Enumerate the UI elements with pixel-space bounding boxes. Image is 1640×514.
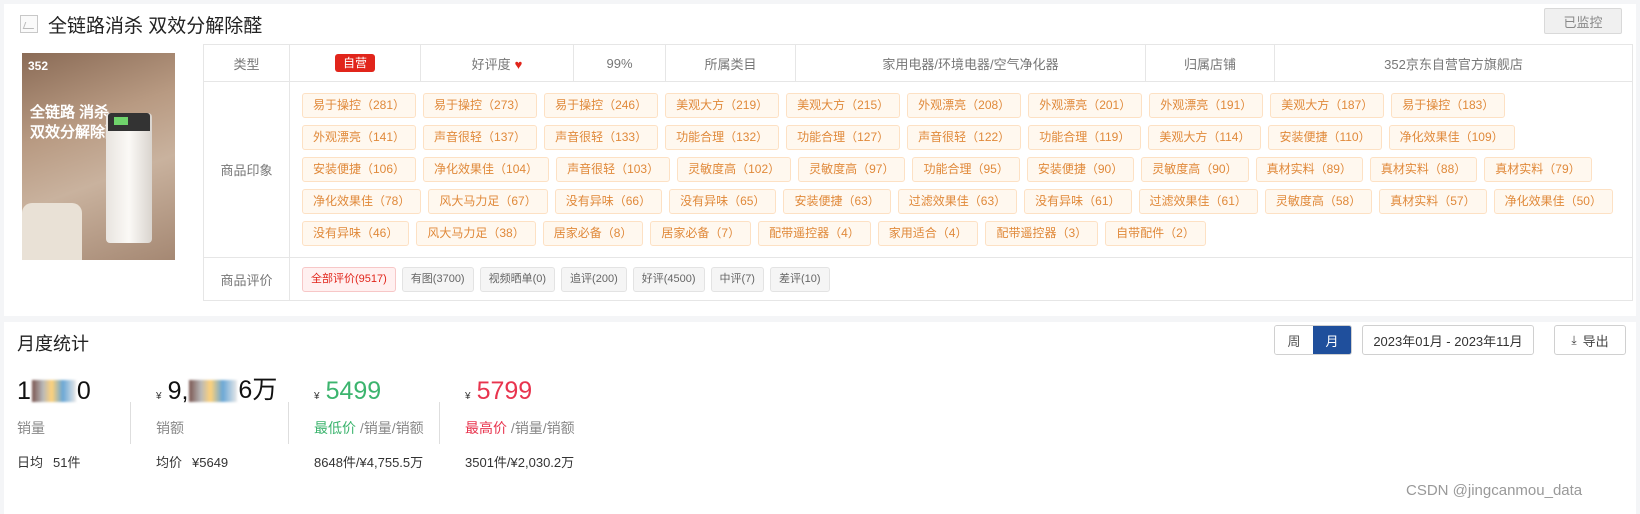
type-cell: 自营 [289,44,421,82]
impression-tag[interactable]: 安装便捷（90） [1026,157,1135,182]
impression-tag[interactable]: 功能合理（127） [786,125,901,150]
rating-label-cell: 好评度 ♥ [420,44,574,82]
stat-sales-amount: ¥9, 6万 销额 均价 ¥5649 [156,376,278,470]
impression-tag[interactable]: 声音很轻（122） [907,125,1022,150]
divider [130,402,131,444]
impression-tag[interactable]: 灵敏度高（97） [798,157,906,182]
sofa-shape [22,203,82,260]
review-filter[interactable]: 视频晒单(0) [479,266,556,292]
impression-tag[interactable]: 声音很轻（137） [423,125,538,150]
date-range-picker[interactable]: 2023年01月 - 2023年11月 [1362,325,1534,355]
impression-tag[interactable]: 配带遥控器（4） [758,221,871,246]
impression-tag[interactable]: 美观大方（219） [665,93,780,118]
impression-tag[interactable]: 家用适合（4） [877,221,979,246]
impression-tag[interactable]: 灵敏度高（90） [1141,157,1249,182]
impression-tag[interactable]: 美观大方（187） [1270,93,1385,118]
shop-value[interactable]: 352京东自营官方旗舰店 [1274,44,1633,82]
impression-tag[interactable]: 真材实料（89） [1255,157,1363,182]
impression-tag[interactable]: 易于操控（281） [302,93,417,118]
impression-tag[interactable]: 美观大方（114） [1148,125,1262,150]
masked-value [189,380,238,402]
impression-tag[interactable]: 真材实料（79） [1484,157,1592,182]
image-icon [20,15,38,33]
stat-min-price: ¥5499 最低价 /销量/销额 8648件/¥4,755.5万 [314,377,424,470]
impression-tag[interactable]: 声音很轻（103） [556,157,671,182]
brand-logo: 352 [28,59,49,73]
period-toggle: 周 月 [1274,325,1352,355]
title-row: 全链路消杀 双效分解除醛 [20,10,262,38]
watermark: CSDN @jingcanmou_data [1406,482,1583,499]
impression-tag[interactable]: 易于操控（273） [423,93,538,118]
monthly-stats-panel: 月度统计 周 月 2023年01月 - 2023年11月 ⤓ 导出 10 销量 … [4,322,1636,514]
impression-tag[interactable]: 安装便捷（63） [783,189,891,214]
impression-tag[interactable]: 易于操控（246） [544,93,659,118]
impression-tag[interactable]: 真材实料（57） [1379,189,1487,214]
impressions-label: 商品印象 [203,81,290,258]
impression-tags: 易于操控（281） 易于操控（273） 易于操控（246） 美观大方（219） 美观大方… [289,81,1633,258]
review-filter[interactable]: 差评(10) [769,266,830,292]
type-label: 类型 [203,44,290,82]
heart-icon: ♥ [514,56,523,72]
impression-tag[interactable]: 没有异味（46） [302,221,410,246]
impression-tag[interactable]: 配带遥控器（3） [985,221,1099,246]
impression-tag[interactable]: 风大马力足（38） [416,221,536,246]
self-operated-badge: 自营 [334,54,375,72]
review-filter[interactable]: 中评(7) [710,266,764,292]
product-title: 全链路消杀 双效分解除醛 [48,15,263,37]
impression-tag[interactable]: 美观大方（215） [786,93,901,118]
review-filter[interactable]: 好评(4500) [632,266,705,292]
impression-tag[interactable]: 没有异味（61） [1024,189,1132,214]
product-panel: 全链路消杀 双效分解除醛 已监控 352 全链路 消杀 双效分解除醛 类型 自营… [4,4,1636,316]
impression-tag[interactable]: 没有异味（66） [554,189,663,214]
category-value: 家用电器/环境电器/空气净化器 [795,44,1146,82]
download-icon: ⤓ [1571,332,1577,347]
impression-tag[interactable]: 声音很轻（133） [544,125,659,150]
impression-tag[interactable]: 安装便捷（110） [1268,125,1382,150]
impression-tag[interactable]: 居家必备（8） [542,221,644,246]
impression-tag[interactable]: 过滤效果佳（61） [1138,189,1258,214]
impression-tag[interactable]: 净化效果佳（50） [1493,189,1613,214]
impression-tag[interactable]: 外观漂亮（141） [302,125,417,150]
impression-tag[interactable]: 功能合理（132） [665,125,780,150]
impression-tag[interactable]: 过滤效果佳（63） [897,189,1018,214]
period-week-button[interactable]: 周 [1275,326,1313,354]
section-title: 月度统计 [17,334,89,354]
impression-tag[interactable]: 功能合理（119） [1028,125,1142,150]
monitor-button[interactable]: 已监控 [1544,8,1622,34]
impression-tag[interactable]: 外观漂亮（208） [907,93,1022,118]
impression-tag[interactable]: 外观漂亮（201） [1028,93,1143,118]
impression-tag[interactable]: 灵敏度高（102） [677,157,792,182]
stat-sales-volume: 10 销量 日均 51件 [17,377,91,470]
period-month-button[interactable]: 月 [1313,326,1351,354]
impression-tag[interactable]: 灵敏度高（58） [1264,189,1373,214]
impression-tag[interactable]: 居家必备（7） [650,221,752,246]
impression-tag[interactable]: 净化效果佳（109） [1388,125,1515,150]
product-image[interactable]: 352 全链路 消杀 双效分解除醛 [22,53,175,260]
export-button[interactable]: ⤓ 导出 [1554,325,1626,355]
review-filter[interactable]: 追评(200) [561,266,627,292]
impression-tag[interactable]: 没有异味（65） [669,189,777,214]
category-label: 所属类目 [665,44,796,82]
impression-tag[interactable]: 风大马力足（67） [428,189,548,214]
rating-value: 99% [573,44,666,82]
divider [288,402,289,444]
impression-tag[interactable]: 易于操控（183） [1391,93,1506,118]
shop-label: 归属店铺 [1145,44,1275,82]
divider [439,402,440,444]
reviews-label: 商品评价 [203,257,290,301]
masked-value [31,380,76,402]
impression-tag[interactable]: 净化效果佳（104） [423,157,550,182]
impression-tag[interactable]: 真材实料（88） [1369,157,1478,182]
purifier-shape [106,113,152,243]
stat-max-price: ¥5799 最高价 /销量/销额 3501件/¥2,030.2万 [465,377,575,470]
impression-tag[interactable]: 净化效果佳（78） [302,189,422,214]
impression-tag[interactable]: 安装便捷（106） [302,157,417,182]
review-filters: 全部评价(9517) 有图(3700) 视频晒单(0) 追评(200) 好评(4500)… [289,257,1633,301]
impression-tag[interactable]: 自带配件（2） [1105,221,1206,246]
product-info-table: 类型 自营 好评度 ♥ 99% 所属类目 家用电器/环境电器/空气净化器 归属店铺… [203,44,1633,301]
review-filter[interactable]: 有图(3700) [401,266,474,292]
impression-tag[interactable]: 功能合理（95） [912,157,1020,182]
review-filter[interactable]: 全部评价(9517) [302,266,396,292]
impression-tag[interactable]: 外观漂亮（191） [1149,93,1264,118]
